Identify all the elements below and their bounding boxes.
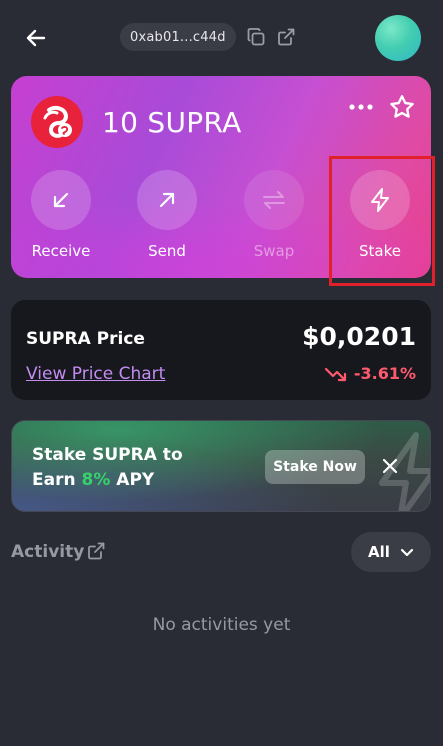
receive-button[interactable]: Receive xyxy=(21,170,101,260)
stake-highlight-box xyxy=(329,156,435,286)
stake-promo-card: Stake SUPRA to Earn 8% APY Stake Now xyxy=(11,420,431,512)
more-options-button[interactable] xyxy=(347,94,375,120)
promo-line-1: Stake SUPRA to xyxy=(32,445,183,465)
promo-apy-value: 8% xyxy=(81,470,111,490)
top-bar: 0xab01...c44d xyxy=(0,0,443,76)
wallet-address: 0xab01...c44d xyxy=(130,29,226,45)
price-card: SUPRA Price View Price Chart $0,0201 -3.… xyxy=(11,300,431,400)
token-balance: 10 SUPRA xyxy=(102,106,242,139)
star-icon xyxy=(390,95,414,118)
swap-button[interactable]: Swap xyxy=(234,170,314,260)
avatar[interactable] xyxy=(375,15,421,61)
send-label: Send xyxy=(148,242,186,260)
price-change: -3.61% xyxy=(324,364,416,383)
external-link-icon xyxy=(88,542,105,560)
receive-icon-circle xyxy=(31,170,91,230)
activity-heading: Activity xyxy=(11,542,85,562)
swap-arrows-icon xyxy=(263,191,285,209)
send-button[interactable]: Send xyxy=(127,170,207,260)
activity-filter-dropdown[interactable]: All xyxy=(351,532,431,572)
swap-icon-circle xyxy=(244,170,304,230)
trend-down-icon xyxy=(324,367,346,381)
filter-selected-value: All xyxy=(368,543,390,561)
swap-label: Swap xyxy=(253,242,295,260)
copy-icon xyxy=(247,28,265,46)
back-button[interactable] xyxy=(22,24,50,52)
arrow-left-icon xyxy=(26,29,46,47)
copy-address-button[interactable] xyxy=(246,27,266,47)
favorite-button[interactable] xyxy=(388,93,416,121)
close-icon xyxy=(382,458,398,474)
chevron-down-icon xyxy=(400,548,414,557)
stake-now-button[interactable]: Stake Now xyxy=(265,450,365,484)
price-change-value: -3.61% xyxy=(353,364,416,383)
price-title: SUPRA Price xyxy=(26,329,145,349)
promo-line-2: Earn 8% APY xyxy=(32,468,183,493)
arrow-down-left-icon xyxy=(53,192,69,208)
receive-label: Receive xyxy=(31,242,91,260)
open-explorer-button[interactable] xyxy=(276,27,296,47)
close-promo-button[interactable] xyxy=(380,456,400,476)
promo-earn: Earn xyxy=(32,470,82,490)
supra-logo xyxy=(31,96,83,148)
promo-apy-label: APY xyxy=(110,470,155,490)
price-value: $0,0201 xyxy=(302,322,416,351)
external-link-icon xyxy=(278,28,295,46)
send-icon-circle xyxy=(137,170,197,230)
wallet-address-pill[interactable]: 0xab01...c44d xyxy=(120,23,236,51)
view-price-chart-link[interactable]: View Price Chart xyxy=(26,364,165,384)
arrow-up-right-icon xyxy=(159,192,175,208)
activity-external-button[interactable] xyxy=(86,541,106,561)
promo-text: Stake SUPRA to Earn 8% APY xyxy=(32,443,183,493)
empty-activity-message: No activities yet xyxy=(152,615,291,635)
more-dots-icon xyxy=(349,104,373,110)
